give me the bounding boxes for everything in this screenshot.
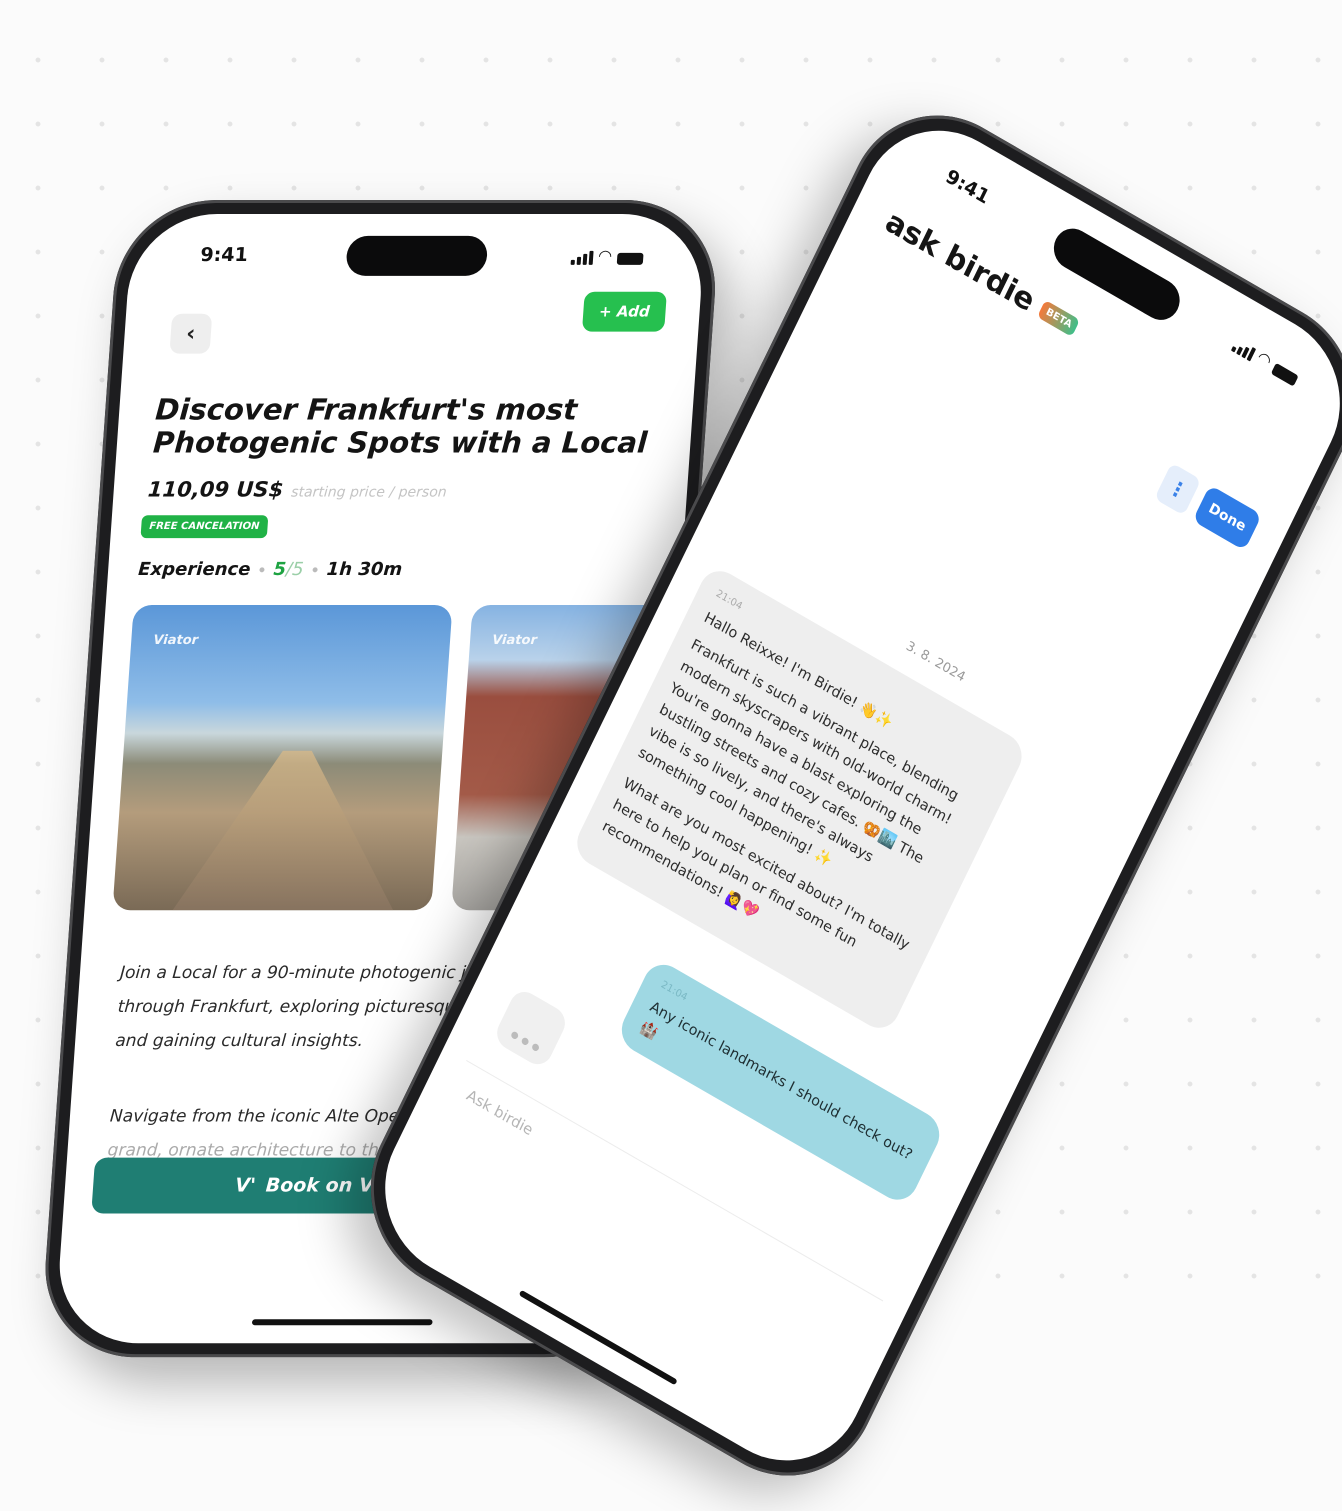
add-button[interactable]: + Add <box>581 291 667 332</box>
signal-icon <box>570 250 594 265</box>
status-icons: ◠ <box>570 246 644 265</box>
back-button[interactable]: ‹ <box>169 313 213 354</box>
beta-badge: BETA <box>1037 299 1081 338</box>
status-time: 9:41 <box>942 165 993 209</box>
photo-source: Viator <box>491 632 538 648</box>
free-cancelation-badge: FREE CANCELATION <box>140 515 269 539</box>
more-vertical-icon: ⋮ <box>1163 473 1192 505</box>
status-time: 9:41 <box>199 243 249 266</box>
tour-type: Experience <box>137 559 252 581</box>
price-note: starting price / person <box>290 484 448 501</box>
tour-price: 110,09 US$ <box>147 477 285 502</box>
photo-iron-bridge[interactable]: Viator <box>112 605 453 911</box>
wifi-icon: ◠ <box>598 245 612 265</box>
app-title: ask birdie BETA <box>880 204 1084 344</box>
typing-indicator <box>491 986 571 1071</box>
assistant-message: 21:04 Hallo Reixxe! I'm Birdie! 👋✨ Frank… <box>569 563 1029 1036</box>
photo-source: Viator <box>152 632 199 648</box>
rating-max: /5 <box>285 559 305 581</box>
chat-date: 3. 8. 2024 <box>903 638 968 686</box>
wifi-icon: ◠ <box>1254 347 1274 371</box>
separator-dot: • <box>309 563 321 580</box>
done-button[interactable]: Done <box>1192 484 1263 551</box>
tour-title: Discover Frankfurt's most Photogenic Spo… <box>151 392 649 460</box>
separator-dot: • <box>256 563 267 580</box>
battery-icon <box>616 252 644 265</box>
signal-icon <box>1230 338 1256 362</box>
app-title-text: ask birdie <box>879 203 1041 320</box>
tour-meta: Experience • 5/5 • 1h 30m <box>138 559 403 580</box>
tour-duration: 1h 30m <box>325 559 403 581</box>
home-indicator <box>251 1319 433 1326</box>
status-icons: ◠ <box>1230 333 1302 387</box>
chat-input-placeholder: Ask birdie <box>463 1085 536 1140</box>
viator-logo-icon: V' <box>234 1174 257 1197</box>
home-indicator <box>518 1289 678 1386</box>
chevron-left-icon: ‹ <box>185 321 197 347</box>
price-row: 110,09 US$ starting price / person <box>147 477 448 501</box>
more-menu-button[interactable]: ⋮ <box>1154 462 1202 516</box>
battery-icon <box>1270 362 1299 387</box>
dynamic-island <box>345 235 489 276</box>
bridge-walkway <box>173 751 405 911</box>
